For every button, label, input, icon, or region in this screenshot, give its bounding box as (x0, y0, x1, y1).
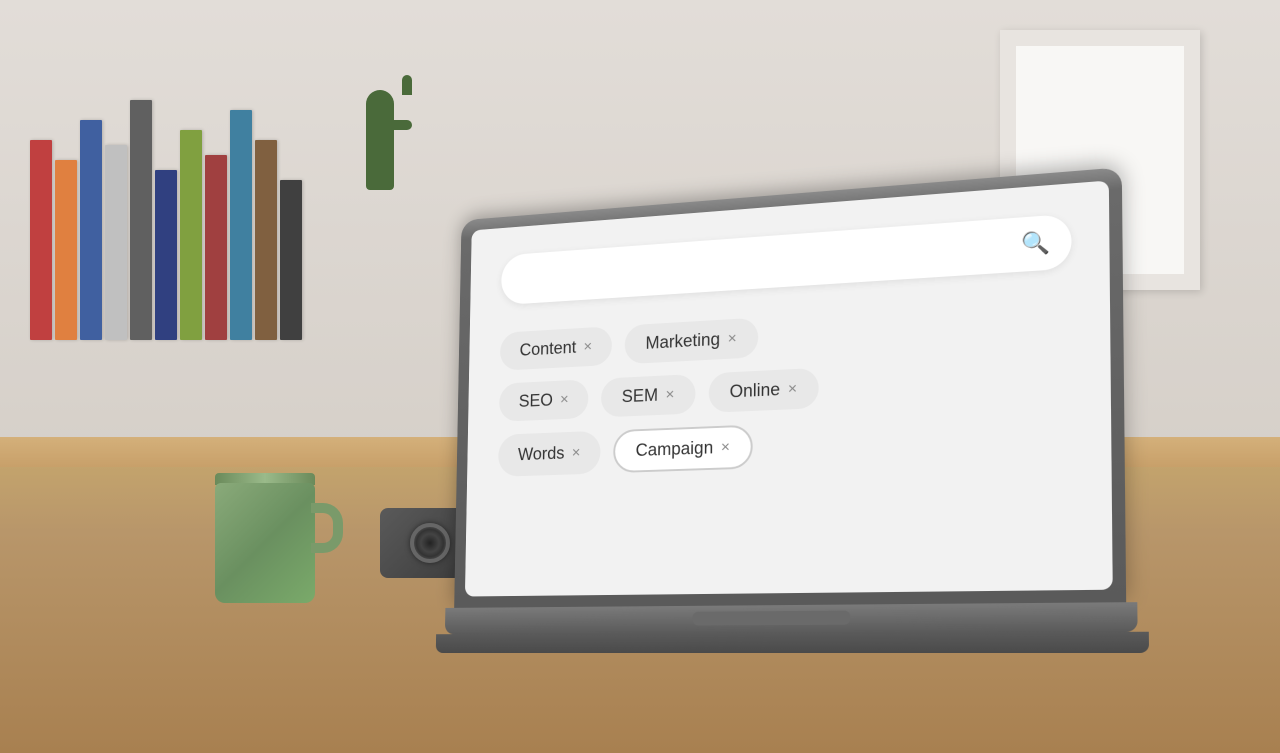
tag-label: Words (518, 443, 565, 464)
laptop-base (445, 602, 1138, 634)
laptop-screen-content: 🔍 Content×Marketing×SEO×SEM×Online×Words… (465, 180, 1113, 596)
tag-row: Words × Campaign × (498, 412, 1073, 477)
tag-label: SEM (622, 385, 659, 407)
coffee-mug (215, 473, 315, 603)
book (280, 180, 302, 340)
trackpad (692, 611, 850, 626)
keyword-tag[interactable]: Marketing × (625, 318, 758, 365)
laptop-screen-lid: 🔍 Content×Marketing×SEO×SEM×Online×Words… (454, 167, 1126, 608)
keyword-tag[interactable]: Content × (500, 326, 613, 371)
laptop-hinge (436, 632, 1149, 653)
search-bar: 🔍 (501, 214, 1072, 305)
tag-label: SEO (519, 390, 553, 411)
tags-area: Content×Marketing×SEO×SEM×Online×Words×C… (498, 299, 1073, 477)
book (105, 145, 127, 340)
book (205, 155, 227, 340)
tag-remove-icon[interactable]: × (788, 380, 797, 398)
tag-label: Campaign (636, 438, 714, 461)
book (30, 140, 52, 340)
tag-remove-icon[interactable]: × (665, 386, 674, 404)
keyword-tag[interactable]: Online × (708, 368, 819, 413)
tag-remove-icon[interactable]: × (572, 444, 581, 461)
tag-remove-icon[interactable]: × (728, 330, 737, 348)
book (155, 170, 177, 340)
keyword-tag[interactable]: SEO × (499, 379, 589, 422)
book (180, 130, 202, 340)
search-icon[interactable]: 🔍 (1021, 229, 1050, 257)
cactus (360, 90, 400, 190)
books (30, 80, 302, 340)
keyword-tag[interactable]: SEM × (601, 374, 695, 417)
book (130, 100, 152, 340)
tag-remove-icon[interactable]: × (583, 338, 592, 355)
tag-remove-icon[interactable]: × (721, 439, 730, 457)
keyword-input-label (528, 245, 1010, 278)
keyword-tag[interactable]: Campaign × (613, 425, 753, 474)
tag-remove-icon[interactable]: × (560, 391, 569, 408)
tag-label: Marketing (645, 329, 720, 353)
book (230, 110, 252, 340)
scene: 🔍 Content×Marketing×SEO×SEM×Online×Words… (0, 0, 1280, 753)
book (55, 160, 77, 340)
laptop: 🔍 Content×Marketing×SEO×SEM×Online×Words… (453, 165, 1149, 653)
keyword-tag[interactable]: Words × (498, 431, 601, 477)
book (80, 120, 102, 340)
tag-label: Online (730, 380, 781, 403)
book (255, 140, 277, 340)
tag-label: Content (519, 338, 576, 361)
